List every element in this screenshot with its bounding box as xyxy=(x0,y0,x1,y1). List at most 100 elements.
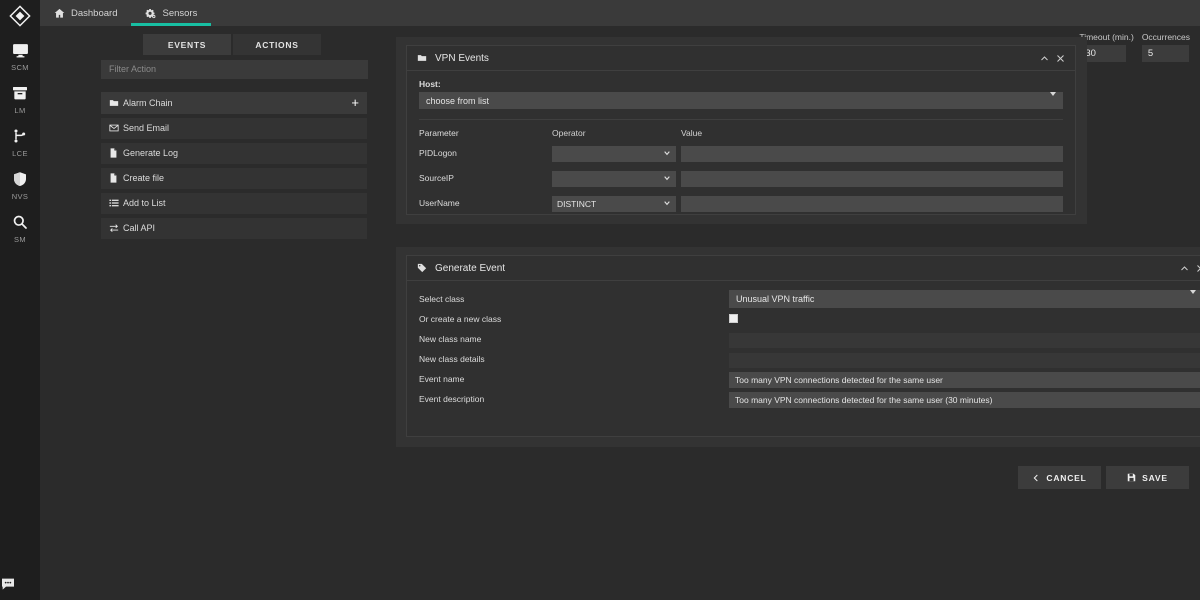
actions-pane: EVENTS ACTIONS xyxy=(40,26,385,600)
host-select[interactable]: choose from list xyxy=(419,92,1063,109)
home-icon xyxy=(54,8,65,19)
save-button-label: SAVE xyxy=(1142,473,1168,483)
row-parameter-label: PIDLogon xyxy=(419,144,552,169)
operator-select-1[interactable] xyxy=(552,171,676,187)
archive-box-icon xyxy=(12,83,28,103)
tab-sensors[interactable]: Sensors xyxy=(131,0,211,26)
operator-select-wrapper xyxy=(552,169,676,187)
chevron-down-icon xyxy=(1190,294,1196,304)
exchange-icon xyxy=(109,223,123,233)
select-class-value: Unusual VPN traffic xyxy=(736,294,814,304)
vpn-events-header: VPN Events xyxy=(407,46,1075,71)
sidebar-item-scm[interactable]: SCM xyxy=(0,40,40,72)
list-item-label: Call API xyxy=(123,223,359,233)
event-name-input[interactable] xyxy=(729,372,1200,388)
sidebar-item-lm[interactable]: LM xyxy=(0,83,40,115)
row-select-class: Select class Unusual VPN traffic xyxy=(419,289,1200,309)
value-input-2[interactable] xyxy=(681,196,1063,212)
chevron-up-icon[interactable] xyxy=(1037,51,1051,65)
list-item-label: Alarm Chain xyxy=(123,98,351,108)
operator-select-0[interactable] xyxy=(552,146,676,162)
value-input-1[interactable] xyxy=(681,171,1063,187)
list-item-add-to-list[interactable]: Add to List xyxy=(101,193,367,214)
col-parameter: Parameter xyxy=(419,124,552,144)
new-class-details-label: New class details xyxy=(419,354,729,364)
sidebar-item-label: SCM xyxy=(11,63,29,72)
file-icon xyxy=(109,148,123,158)
timeout-label: Timeout (min.) xyxy=(1079,32,1133,42)
row-parameter-label: SourceIP xyxy=(419,169,552,194)
new-class-details-input[interactable] xyxy=(729,353,1200,368)
occurrences-input[interactable] xyxy=(1142,45,1189,62)
list-item-label: Send Email xyxy=(123,123,359,133)
close-icon[interactable] xyxy=(1053,51,1067,65)
row-event-description: Event description xyxy=(419,389,1200,409)
table-header-row: Parameter Operator Value xyxy=(419,124,1063,144)
sidebar-item-nvs[interactable]: NVS xyxy=(0,169,40,201)
occurrences-label: Occurrences xyxy=(1142,32,1190,42)
chat-bubble-icon[interactable] xyxy=(0,576,40,592)
vpn-events-title: VPN Events xyxy=(435,53,1035,64)
new-class-checkbox[interactable] xyxy=(729,314,738,323)
tab-events-label: EVENTS xyxy=(168,40,206,50)
list-item-create-file[interactable]: Create file xyxy=(101,168,367,189)
content-area: EVENTS ACTIONS xyxy=(40,26,1200,600)
chevron-down-icon xyxy=(1050,96,1056,106)
list-item-label: Add to List xyxy=(123,198,359,208)
diamond-logo-icon[interactable] xyxy=(9,5,31,27)
generate-event-title: Generate Event xyxy=(435,263,1175,274)
tag-icon xyxy=(417,263,427,273)
row-new-class-toggle: Or create a new class xyxy=(419,309,1200,329)
tab-label: Dashboard xyxy=(71,8,117,19)
new-class-toggle-label: Or create a new class xyxy=(419,314,729,324)
generate-event-panel: Generate Event xyxy=(406,255,1200,437)
cancel-button[interactable]: CANCEL xyxy=(1018,466,1101,489)
host-select-value: choose from list xyxy=(426,96,489,106)
rule-settings: Timeout (min.) Occurrences xyxy=(1079,32,1190,62)
workspace: Timeout (min.) Occurrences xyxy=(385,26,1200,600)
save-button[interactable]: SAVE xyxy=(1106,466,1189,489)
tab-dashboard[interactable]: Dashboard xyxy=(40,0,131,26)
cancel-button-label: CANCEL xyxy=(1046,473,1086,483)
operator-select-2[interactable] xyxy=(552,196,676,212)
occurrences-field-group: Occurrences xyxy=(1142,32,1190,62)
row-event-name: Event name xyxy=(419,369,1200,389)
floppy-disk-icon xyxy=(1127,473,1136,482)
select-class-label: Select class xyxy=(419,294,729,304)
row-new-class-details: New class details xyxy=(419,349,1200,369)
event-description-label: Event description xyxy=(419,394,729,404)
sidebar-item-lce[interactable]: LCE xyxy=(0,126,40,158)
list-icon xyxy=(109,198,123,208)
chevron-up-icon[interactable] xyxy=(1177,261,1191,275)
sidebar-item-sm[interactable]: SM xyxy=(0,212,40,244)
list-item-call-api[interactable]: Call API xyxy=(101,218,367,239)
row-new-class-name: New class name xyxy=(419,329,1200,349)
generate-event-header: Generate Event xyxy=(407,256,1200,281)
gears-icon xyxy=(145,8,156,19)
vpn-events-body: Host: choose from list Parameter xyxy=(407,71,1075,219)
tab-label: Sensors xyxy=(162,8,197,19)
search-icon xyxy=(12,212,28,232)
action-list: Alarm Chain + Send Email xyxy=(40,79,385,239)
generate-event-card: Generate Event xyxy=(396,247,1200,447)
list-item-send-email[interactable]: Send Email xyxy=(101,118,367,139)
tab-actions[interactable]: ACTIONS xyxy=(233,34,321,55)
select-class-dropdown[interactable]: Unusual VPN traffic xyxy=(729,290,1200,308)
vpn-events-panel: VPN Events xyxy=(406,45,1076,215)
event-name-label: Event name xyxy=(419,374,729,384)
add-alarm-chain-button[interactable]: + xyxy=(351,96,359,109)
footer-actions: CANCEL SAVE xyxy=(1018,466,1189,489)
timeout-field-group: Timeout (min.) xyxy=(1079,32,1133,62)
list-item-generate-log[interactable]: Generate Log xyxy=(101,143,367,164)
new-class-name-input[interactable] xyxy=(729,333,1200,348)
list-item-label: Generate Log xyxy=(123,148,359,158)
close-icon[interactable] xyxy=(1193,261,1200,275)
list-item-alarm-chain[interactable]: Alarm Chain + xyxy=(101,92,367,114)
value-input-0[interactable] xyxy=(681,146,1063,162)
parameter-table: Parameter Operator Value PIDLogon xyxy=(419,124,1063,219)
left-rail: SCM LM LCE xyxy=(0,0,40,600)
filter-action-input[interactable] xyxy=(101,60,368,79)
tab-events[interactable]: EVENTS xyxy=(143,34,231,55)
sidebar-item-label: NVS xyxy=(12,192,29,201)
event-description-input[interactable] xyxy=(729,392,1200,408)
